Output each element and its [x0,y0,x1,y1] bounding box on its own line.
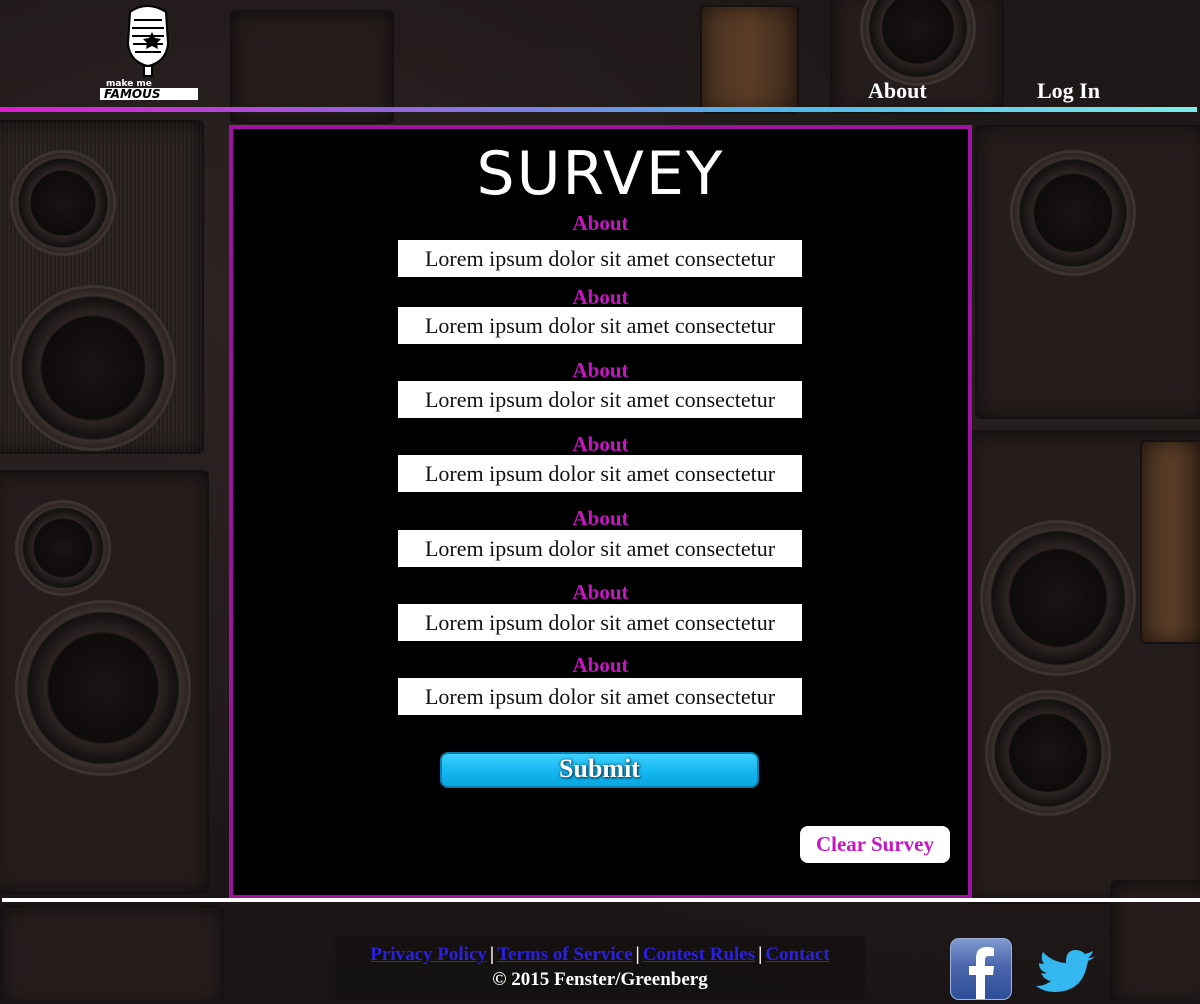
footer-separator: | [489,944,495,965]
nav-about-link[interactable]: About [868,78,927,104]
question-input-6[interactable] [398,604,802,641]
survey-panel: SURVEY About About About About About Abo… [229,125,972,899]
header-gradient-divider [0,107,1197,112]
footer: Privacy Policy | Terms of Service | Contest … [335,936,865,1000]
question-label: About [572,432,629,456]
survey-title: SURVEY [476,139,725,209]
question-label: About [572,211,629,235]
submit-button[interactable]: Submit [440,752,759,788]
footer-separator: | [758,944,763,965]
question-label: About [572,506,629,530]
question-input-4[interactable] [398,455,802,492]
terms-of-service-link[interactable]: Terms of Service [497,944,632,965]
copyright-text: © 2015 Fenster/Greenberg [492,969,708,990]
footer-separator: | [635,944,640,965]
question-input-3[interactable] [398,381,802,418]
logo-text-famous: FAMOUS [104,87,160,100]
question-label: About [572,653,629,677]
make-me-famous-logo[interactable]: make me FAMOUS [100,4,200,101]
question-input-1[interactable] [398,240,802,277]
footer-divider [2,898,1200,902]
twitter-icon[interactable] [1034,948,1098,998]
clear-survey-button[interactable]: Clear Survey [800,826,950,863]
question-label: About [572,358,629,382]
privacy-policy-link[interactable]: Privacy Policy [370,944,487,965]
question-input-2[interactable] [398,307,802,344]
question-label: About [572,580,629,604]
contest-rules-link[interactable]: Contest Rules [643,944,755,965]
question-input-5[interactable] [398,530,802,567]
question-input-7[interactable] [398,678,802,715]
contact-link[interactable]: Contact [765,944,829,965]
facebook-icon[interactable] [950,938,1012,1000]
footer-links: Privacy Policy | Terms of Service | Contest … [335,944,865,966]
nav-login-link[interactable]: Log In [1037,78,1100,104]
